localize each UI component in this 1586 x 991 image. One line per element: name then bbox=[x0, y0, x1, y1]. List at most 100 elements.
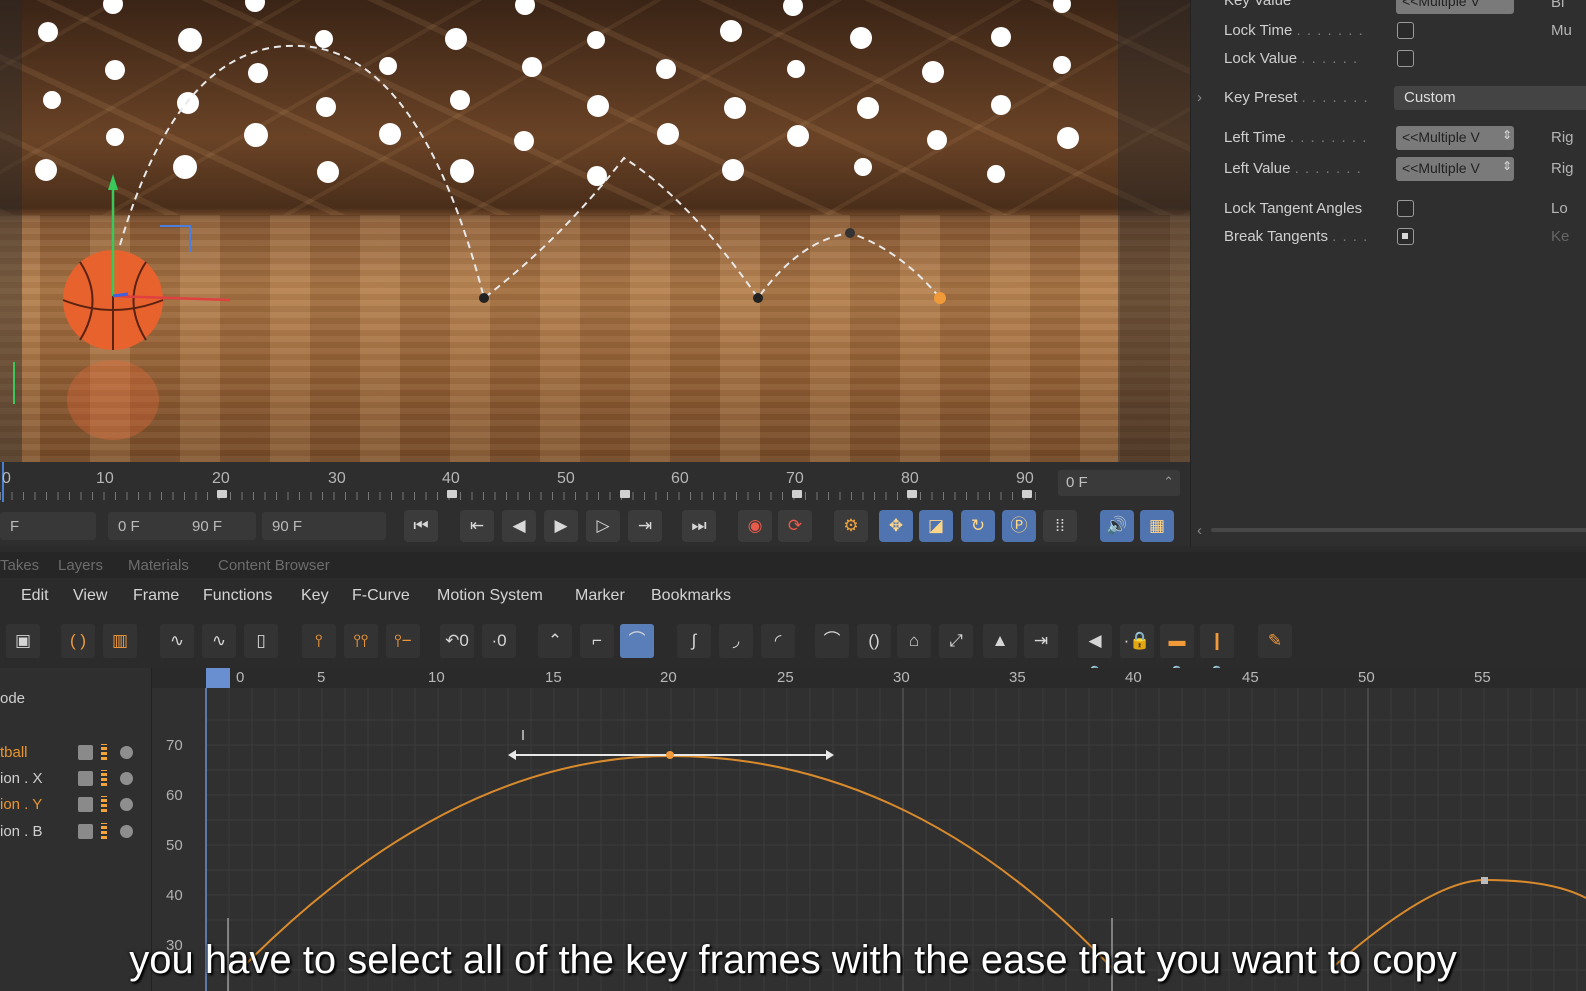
remove-keys-icon[interactable]: ⫯− bbox=[386, 624, 420, 658]
layer-bar-icon[interactable] bbox=[101, 744, 107, 760]
goto-end-icon[interactable]: ⏭ bbox=[682, 510, 716, 542]
solo-dot-icon[interactable] bbox=[120, 772, 133, 785]
edit-icon[interactable] bbox=[78, 824, 93, 839]
snap-curve-icon[interactable]: ∿ bbox=[202, 624, 236, 658]
play-icon[interactable]: ▶ bbox=[544, 510, 578, 542]
tab-takes[interactable]: Takes bbox=[0, 557, 39, 574]
snap-key-icon[interactable]: ∿ bbox=[160, 624, 194, 658]
break-tangents-checkbox[interactable] bbox=[1397, 228, 1414, 245]
timeline-key[interactable] bbox=[1022, 490, 1032, 498]
goto-start-icon[interactable]: ⏮ bbox=[404, 510, 438, 542]
attributes-scrollbar[interactable] bbox=[1211, 528, 1586, 532]
auto-tangents-icon[interactable]: ⌒ bbox=[815, 624, 849, 658]
mute-icon[interactable]: ✎ bbox=[1258, 624, 1292, 658]
menu-frame[interactable]: Frame bbox=[133, 587, 179, 605]
next-frame-icon[interactable]: ▷ bbox=[586, 510, 620, 542]
zero-angle-icon[interactable]: ↶0 bbox=[440, 624, 474, 658]
tangent-handle-left[interactable] bbox=[508, 750, 516, 760]
menu-motion-system[interactable]: Motion System bbox=[437, 587, 543, 605]
region-icon[interactable]: ▯ bbox=[244, 624, 278, 658]
menu-bookmarks[interactable]: Bookmarks bbox=[651, 587, 731, 605]
add-key-icon[interactable]: ⫯ bbox=[302, 624, 336, 658]
lock-tangent-angles-checkbox[interactable] bbox=[1397, 200, 1414, 217]
menu-f-curve[interactable]: F-Curve bbox=[352, 587, 410, 605]
record-pla-icon[interactable]: ⁞⁞ bbox=[1043, 510, 1077, 542]
menu-key[interactable]: Key bbox=[301, 587, 329, 605]
key-value-field[interactable]: <<Multiple V bbox=[1396, 0, 1514, 14]
solo-dot-icon[interactable] bbox=[120, 746, 133, 759]
current-frame-field[interactable]: 0 F ⌃ bbox=[1058, 470, 1180, 496]
ease-in-icon[interactable]: ◞ bbox=[719, 624, 753, 658]
sound-icon[interactable]: 🔊 bbox=[1100, 510, 1134, 542]
record-rotation-icon[interactable]: ↻ bbox=[961, 510, 995, 542]
key-preset-dropdown[interactable]: Custom bbox=[1394, 86, 1586, 110]
timeline-key[interactable] bbox=[447, 490, 457, 498]
dopesheet-mode-icon[interactable]: ▣ bbox=[6, 624, 40, 658]
scroll-left-icon[interactable]: ‹ bbox=[1197, 522, 1202, 539]
film-icon[interactable]: ▦ bbox=[1140, 510, 1174, 542]
record-keys-icon[interactable]: ◉ bbox=[738, 510, 772, 542]
timeline-key[interactable] bbox=[907, 490, 917, 498]
lock-tangent-icon[interactable]: ·🔒 bbox=[1120, 624, 1154, 658]
path-key-1[interactable] bbox=[479, 293, 489, 303]
weighted-icon[interactable]: ⤢ bbox=[939, 624, 973, 658]
spinner-icon[interactable]: ⌃ bbox=[1163, 474, 1174, 490]
edit-icon[interactable] bbox=[78, 771, 93, 786]
spinner-icon[interactable]: ⇕ bbox=[1502, 128, 1512, 142]
solo-dot-icon[interactable] bbox=[120, 825, 133, 838]
lock-time-icon[interactable]: ▬🔒 bbox=[1160, 624, 1194, 684]
menu-view[interactable]: View bbox=[73, 587, 107, 605]
menu-functions[interactable]: Functions bbox=[203, 587, 272, 605]
3d-viewport[interactable] bbox=[0, 0, 1190, 462]
zero-length-icon[interactable]: ·0 bbox=[482, 624, 516, 658]
timeline-key[interactable] bbox=[217, 490, 227, 498]
key-settings-icon[interactable]: ⚙ bbox=[834, 510, 868, 542]
edit-icon[interactable] bbox=[78, 745, 93, 760]
record-parameter-icon[interactable]: Ⓟ bbox=[1002, 510, 1036, 542]
preview-start-field[interactable]: F bbox=[0, 512, 96, 540]
edit-icon[interactable] bbox=[78, 797, 93, 812]
scene-end-field[interactable]: 90 F bbox=[262, 512, 386, 540]
fcurve-position-y[interactable] bbox=[241, 754, 1113, 969]
expand-chevron-icon[interactable]: › bbox=[1197, 89, 1202, 106]
motion-mode-icon[interactable]: ▥ bbox=[103, 624, 137, 658]
timeline-key[interactable] bbox=[792, 490, 802, 498]
timeline-ruler[interactable]: 0 10 20 30 40 50 60 70 80 90 bbox=[0, 462, 1190, 504]
overshoot-icon[interactable]: ⌂ bbox=[897, 624, 931, 658]
remove-overshoot-icon[interactable]: ▲ bbox=[983, 624, 1017, 658]
step-icon[interactable]: ⌐ bbox=[580, 624, 614, 658]
next-key-icon[interactable]: ⇥ bbox=[628, 510, 662, 542]
add-keys-icon[interactable]: ⫯⫯ bbox=[344, 624, 378, 658]
timeline-key[interactable] bbox=[620, 490, 630, 498]
record-scale-icon[interactable]: ◪ bbox=[919, 510, 953, 542]
prev-key-icon[interactable]: ⇤ bbox=[460, 510, 494, 542]
ease-out-icon[interactable]: ◜ bbox=[761, 624, 795, 658]
menu-marker[interactable]: Marker bbox=[575, 587, 625, 605]
tab-materials[interactable]: Materials bbox=[128, 557, 189, 574]
menu-edit[interactable]: Edit bbox=[21, 587, 49, 605]
layer-bar-icon[interactable] bbox=[101, 823, 107, 839]
path-key-3[interactable] bbox=[845, 228, 855, 238]
fcurve-mode-icon[interactable]: ( ) bbox=[61, 624, 95, 658]
ease-in-out-icon[interactable]: ∫ bbox=[677, 624, 711, 658]
preview-range-field[interactable]: 0 F 90 F bbox=[108, 512, 256, 540]
left-value-field[interactable]: <<Multiple V ⇕ bbox=[1396, 157, 1514, 181]
linear-icon[interactable]: ⌃ bbox=[538, 624, 572, 658]
fcurve-key[interactable] bbox=[1481, 877, 1488, 884]
path-key-2[interactable] bbox=[753, 293, 763, 303]
path-key-active[interactable] bbox=[934, 292, 946, 304]
left-time-field[interactable]: <<Multiple V ⇕ bbox=[1396, 126, 1514, 150]
lock-key-icon[interactable]: ◀🔒 bbox=[1078, 624, 1112, 684]
lock-value-checkbox[interactable] bbox=[1397, 50, 1414, 67]
layer-bar-icon[interactable] bbox=[101, 770, 107, 786]
spline-icon[interactable]: ⌒ bbox=[620, 624, 654, 658]
solo-dot-icon[interactable] bbox=[120, 798, 133, 811]
fix-tangents-icon[interactable]: ⇥ bbox=[1024, 624, 1058, 658]
spinner-icon[interactable]: ⇕ bbox=[1502, 159, 1512, 173]
auto-key-icon[interactable]: ⟳ bbox=[778, 510, 812, 542]
layer-bar-icon[interactable] bbox=[101, 796, 107, 812]
lock-value-icon[interactable]: ❙🔒 bbox=[1200, 624, 1234, 684]
tab-content-browser[interactable]: Content Browser bbox=[218, 557, 330, 574]
lock-time-checkbox[interactable] bbox=[1397, 22, 1414, 39]
z-axis-handle[interactable] bbox=[112, 292, 129, 298]
